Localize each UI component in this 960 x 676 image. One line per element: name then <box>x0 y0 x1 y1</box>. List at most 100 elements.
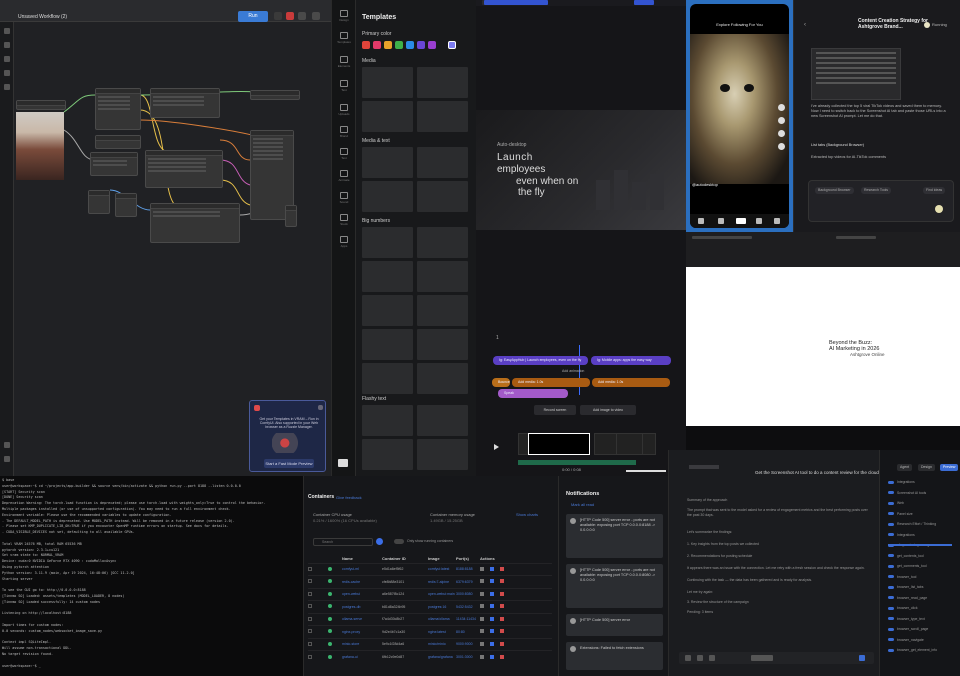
text-clip[interactable]: Ig: Mobile apps: apps the easy way <box>591 356 671 365</box>
container-name[interactable]: minio-store <box>342 637 382 651</box>
container-name[interactable]: redis-cache <box>342 575 382 588</box>
template-tile[interactable] <box>417 329 468 360</box>
template-tile[interactable] <box>417 261 468 292</box>
load-image-node[interactable] <box>16 100 66 110</box>
container-ports[interactable]: 6379:6379 <box>456 575 480 588</box>
container-image[interactable]: comfyui:latest <box>428 562 456 576</box>
row-checkbox[interactable] <box>308 562 328 576</box>
delete-icon[interactable] <box>500 629 504 634</box>
settings-item[interactable]: Panel size <box>888 512 913 516</box>
container-image[interactable]: nginx:latest <box>428 625 456 638</box>
terminal-panel[interactable]: $ base user@workspace:~$ cd ~/projects/ap… <box>0 476 303 676</box>
template-tile[interactable] <box>362 181 413 212</box>
delete-icon[interactable] <box>500 591 504 596</box>
swatch-custom[interactable] <box>448 41 456 49</box>
table-row[interactable]: minio-store 5e9c1f28d4a6 minio/minio 9000:9… <box>308 637 552 651</box>
search-input[interactable]: Search <box>313 538 373 546</box>
send-icon[interactable] <box>935 205 943 213</box>
sidebar-item-design[interactable]: Design <box>336 10 352 25</box>
record-screen-button[interactable]: Record screen <box>534 405 576 415</box>
template-tile[interactable] <box>417 181 468 212</box>
settings-item[interactable]: browser_navigate <box>888 638 924 642</box>
settings-item[interactable]: browser_scroll_page <box>888 627 928 631</box>
save-node[interactable] <box>250 90 300 100</box>
audio-track[interactable] <box>518 460 636 465</box>
stop-icon[interactable] <box>480 604 484 609</box>
stop-icon[interactable] <box>480 641 484 646</box>
toggle-icon[interactable] <box>888 501 894 505</box>
bounce-clip[interactable]: Bounce <box>492 378 510 387</box>
container-image[interactable]: ollama/ollama <box>428 612 456 626</box>
template-tile[interactable] <box>417 227 468 258</box>
speak-clip[interactable]: Speak <box>498 389 568 398</box>
sidebar-item-text-2[interactable]: Text <box>336 148 352 163</box>
container-image[interactable]: postgres:16 <box>428 600 456 613</box>
menu-icon[interactable] <box>490 654 494 659</box>
toolbar-icon[interactable] <box>709 655 715 661</box>
notification-card[interactable]: [HTTP Code 500] server error <box>566 614 663 636</box>
play-icon[interactable] <box>494 444 499 450</box>
close-icon[interactable] <box>318 405 323 410</box>
video-handle[interactable]: @autodesktop <box>692 182 718 187</box>
settings-item[interactable]: get_comments_tool <box>888 564 927 568</box>
settings-item[interactable]: Integrations <box>888 533 915 537</box>
screenshot-thumbnail[interactable] <box>811 48 901 100</box>
slide-canvas[interactable]: Beyond the Buzz: AI Marketing in 2026 As… <box>686 267 960 426</box>
stop-icon[interactable] <box>480 629 484 634</box>
swatch-orange[interactable] <box>384 41 392 49</box>
slide-subtitle[interactable]: Ashtgrove Online <box>850 352 885 357</box>
settings-item[interactable]: browser_tool <box>888 575 916 579</box>
row-checkbox[interactable] <box>308 600 328 613</box>
container-name[interactable]: ollama-serve <box>342 612 382 626</box>
template-tile[interactable] <box>417 295 468 326</box>
tab-preview[interactable]: Preview <box>940 464 959 471</box>
template-tile[interactable] <box>362 363 413 394</box>
notification-card[interactable]: [HTTP Code 500] server error - ports are… <box>566 564 663 608</box>
toggle-icon[interactable] <box>888 606 894 610</box>
template-tile[interactable] <box>362 295 413 326</box>
toggle-icon[interactable] <box>888 596 894 600</box>
toggle-icon[interactable] <box>888 575 894 579</box>
tool-pill[interactable]: Background Browser <box>815 187 854 194</box>
swatch-pink[interactable] <box>373 41 381 49</box>
tab-design[interactable]: Design <box>918 464 935 471</box>
slide-title[interactable]: Beyond the Buzz: AI Marketing in 2026 <box>829 340 879 352</box>
mark-all-read-link[interactable]: Mark all read <box>571 502 594 507</box>
tool-result[interactable]: Extracted top videos for AI-TikTok comme… <box>811 155 949 160</box>
table-row[interactable]: comfyui-ml e5d1a6ef5f62 comfyui:latest 8188… <box>308 562 552 576</box>
stop-icon[interactable] <box>480 591 484 596</box>
chat-input[interactable]: Background Browser Research Tools Find i… <box>808 180 954 222</box>
settings-item[interactable]: browser_get_element_info <box>888 648 937 652</box>
table-row[interactable]: open-webui a6e587f8c124 open-webui:main 300… <box>308 587 552 601</box>
filter-icon[interactable] <box>376 538 383 545</box>
like-icon[interactable] <box>778 104 785 111</box>
sidebar-item-apps[interactable]: Apps <box>336 236 352 251</box>
add-image-button[interactable]: Add image to video <box>580 405 636 415</box>
video-preview[interactable]: Auto-desktop Launch employees even when … <box>476 110 686 230</box>
container-image[interactable]: grafana/grafana <box>428 650 456 663</box>
sidebar-item-uploads[interactable]: Uploads <box>336 104 352 119</box>
settings-item[interactable]: Web <box>888 501 904 505</box>
vae-node[interactable] <box>88 190 110 214</box>
container-ports[interactable]: 3001:3000 <box>456 650 480 663</box>
col-header[interactable]: Image <box>428 554 456 563</box>
settings-item[interactable]: Research Effort / Thinking <box>888 522 936 526</box>
row-checkbox[interactable] <box>308 587 328 601</box>
toolbar-icon[interactable] <box>697 655 703 661</box>
settings-item[interactable]: Integrations <box>888 480 915 484</box>
back-icon[interactable]: ‹ <box>804 22 806 28</box>
template-tile[interactable] <box>417 101 468 132</box>
share-button[interactable] <box>634 0 654 5</box>
container-name[interactable]: postgres-db <box>342 600 382 613</box>
container-name[interactable]: nginx-proxy <box>342 625 382 638</box>
tab-agent[interactable]: Agent <box>897 464 913 471</box>
delete-icon[interactable] <box>500 566 504 571</box>
settings-item[interactable]: browser_click <box>888 606 918 610</box>
toggle-icon[interactable] <box>888 627 894 631</box>
toggle-icon[interactable] <box>888 522 894 526</box>
table-row[interactable]: nginx-proxy 9d2e4b7c1a30 nginx:latest 80:80 <box>308 625 552 638</box>
upscale-node[interactable] <box>115 193 137 217</box>
notification-card[interactable]: Extensions: Failed to fetch extensions <box>566 642 663 670</box>
menu-icon[interactable] <box>490 629 494 634</box>
template-tile[interactable] <box>417 439 468 470</box>
